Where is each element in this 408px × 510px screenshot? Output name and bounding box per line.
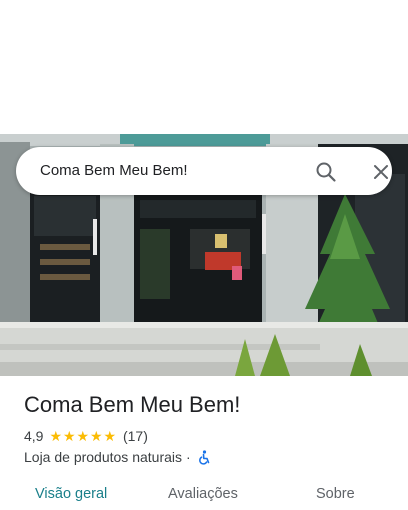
place-tabs: Visão geral Avaliações Sobre <box>0 480 408 510</box>
review-count[interactable]: (17) <box>123 428 148 444</box>
star-icon: ★ <box>89 428 103 444</box>
place-name: Coma Bem Meu Bem! <box>24 392 241 417</box>
star-icon: ★ <box>49 428 63 444</box>
search-input[interactable]: Coma Bem Meu Bem! <box>40 147 188 195</box>
star-icon: ★ <box>62 428 76 444</box>
rating-row: 4,9 ★ ★ ★ ★ ★ (17) <box>24 427 148 445</box>
tab-about[interactable]: Sobre <box>316 486 355 502</box>
top-blank-area <box>0 0 408 134</box>
category-row: Loja de produtos naturais · <box>24 448 211 466</box>
wheelchair-icon <box>197 449 211 465</box>
rating-value: 4,9 <box>24 428 44 444</box>
search-icon <box>316 162 336 182</box>
close-button[interactable] <box>366 157 396 187</box>
star-icon: ★ <box>76 428 90 444</box>
tab-reviews[interactable]: Avaliações <box>168 486 238 502</box>
place-category[interactable]: Loja de produtos naturais <box>24 449 182 465</box>
close-icon <box>374 165 388 179</box>
tab-overview[interactable]: Visão geral <box>35 486 107 502</box>
separator-dot: · <box>186 449 191 465</box>
star-icon: ★ <box>103 428 117 444</box>
search-button[interactable] <box>311 157 341 187</box>
rating-stars: ★ ★ ★ ★ ★ <box>49 429 117 443</box>
search-bar[interactable]: Coma Bem Meu Bem! <box>16 147 392 195</box>
